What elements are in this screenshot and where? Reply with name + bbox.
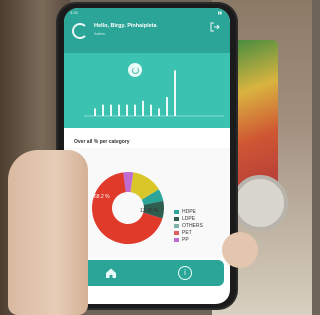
- background-wheel: [232, 175, 288, 231]
- legend-swatch: [174, 230, 179, 235]
- greeting-text: Hello, Birgy. Pinhaipleta: [94, 23, 157, 29]
- legend-label: PET: [182, 229, 192, 236]
- legend-label: LDPE: [182, 215, 196, 222]
- activity-bar: [102, 104, 104, 116]
- legend-label: PP: [182, 236, 189, 243]
- legend-swatch: [174, 216, 179, 221]
- legend-swatch: [174, 237, 179, 242]
- donut-label-left: 68.2 %: [94, 194, 110, 200]
- legend-item: LDPE: [174, 215, 203, 222]
- donut-label-right: 13.95 %: [140, 208, 159, 214]
- activity-bar: [118, 104, 120, 116]
- activity-bar: [94, 108, 96, 116]
- info-icon[interactable]: i: [178, 266, 192, 280]
- activity-bars: [84, 70, 224, 117]
- activity-bar: [126, 104, 128, 116]
- battery-indicator: ▮▮: [217, 10, 222, 15]
- activity-bar: [110, 104, 112, 116]
- chart-legend: HDPE LDPE OTHERS PET PP: [174, 208, 203, 243]
- activity-bar: [158, 108, 160, 116]
- legend-item: PET: [174, 229, 203, 236]
- legend-label: OTHERS: [182, 222, 203, 229]
- activity-bar: [150, 104, 152, 116]
- status-bar: 3:33 ▮▮: [64, 8, 230, 17]
- activity-bar: [174, 70, 176, 116]
- loading-avatar-icon: [72, 23, 88, 39]
- legend-item: HDPE: [174, 208, 203, 215]
- user-role: Admin: [94, 31, 106, 36]
- refresh-icon[interactable]: [128, 63, 142, 77]
- donut-card: 68.2 % 13.95 % HDPE LDPE OTHERS PET PP: [64, 148, 230, 258]
- category-donut-chart: 68.2 % 13.95 %: [92, 172, 164, 244]
- legend-item: OTHERS: [174, 222, 203, 229]
- hand: [8, 150, 88, 315]
- logout-icon[interactable]: [210, 22, 220, 32]
- app-header: Hello, Birgy. Pinhaipleta Admin: [64, 17, 230, 53]
- bottom-nav: i: [70, 260, 224, 286]
- status-time: 3:33: [70, 10, 78, 15]
- activity-bar: [142, 100, 144, 116]
- legend-swatch: [174, 223, 179, 228]
- thumb: [222, 232, 258, 268]
- legend-item: PP: [174, 236, 203, 243]
- legend-swatch: [174, 209, 179, 214]
- home-icon[interactable]: [105, 267, 117, 279]
- legend-label: HDPE: [182, 208, 196, 215]
- activity-chart: [64, 53, 230, 128]
- breakdown-title: Over all % per category: [74, 139, 130, 145]
- activity-bar: [134, 104, 136, 116]
- activity-bar: [166, 97, 168, 116]
- phone-screen: 3:33 ▮▮ Hello, Birgy. Pinhaipleta Admin …: [64, 8, 230, 304]
